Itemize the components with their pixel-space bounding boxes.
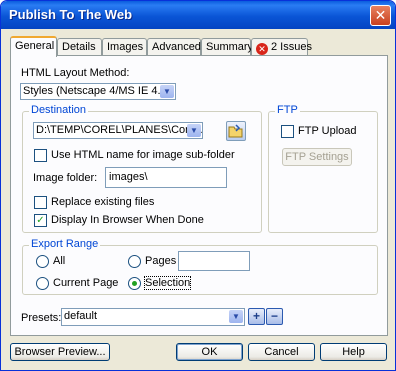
radio-pages-label: Pages	[145, 255, 177, 267]
radio-all[interactable]	[36, 255, 49, 268]
radio-selection-label: Selection	[143, 276, 192, 290]
browse-folder-button[interactable]	[226, 121, 246, 141]
close-button[interactable]: ✕	[370, 5, 391, 26]
export-range-title: Export Range	[29, 238, 101, 250]
radio-selection[interactable]	[128, 277, 141, 290]
ftp-settings-button[interactable]: FTP Settings	[282, 148, 352, 166]
tab-details[interactable]: Details	[57, 38, 102, 56]
radio-all-label: All	[53, 255, 66, 267]
ftp-title: FTP	[275, 104, 300, 116]
export-range-group: Export Range All Pages Current Page Sele…	[22, 238, 378, 295]
destination-path-value: D:\TEMP\COREL\PLANES\Corel\...	[36, 124, 203, 136]
ftp-upload-checkbox[interactable]	[281, 125, 294, 138]
chevron-down-icon[interactable]: ▼	[187, 124, 201, 137]
image-folder-label: Image folder:	[33, 172, 98, 184]
tab-images[interactable]: Images	[102, 38, 147, 56]
tab-general[interactable]: General	[10, 36, 57, 57]
radio-current-page-label: Current Page	[53, 277, 119, 289]
ftp-upload-label: FTP Upload	[298, 125, 357, 137]
error-icon: ✕	[256, 43, 268, 55]
tab-label: Summary	[206, 41, 254, 53]
ok-button[interactable]: OK	[176, 343, 243, 361]
remove-preset-button[interactable]: −	[266, 308, 283, 325]
general-panel: HTML Layout Method: Styles (Netscape 4/M…	[10, 55, 388, 336]
destination-group: Destination D:\TEMP\COREL\PLANES\Corel\.…	[22, 104, 262, 233]
tab-label: Advanced	[152, 41, 201, 53]
replace-existing-checkbox[interactable]	[34, 196, 47, 209]
plus-icon: +	[252, 309, 260, 323]
layout-method-value: Styles (Netscape 4/MS IE 4.5)	[23, 85, 171, 97]
tab-label: General	[15, 40, 55, 52]
tab-label: 2 Issues	[271, 41, 312, 53]
tab-advanced[interactable]: Advanced	[147, 38, 201, 56]
destination-title: Destination	[29, 104, 89, 116]
display-in-browser-checkbox[interactable]: ✓	[34, 214, 47, 227]
help-button[interactable]: Help	[320, 343, 387, 361]
display-in-browser-label: Display In Browser When Done	[51, 214, 204, 226]
tab-label: Details	[62, 41, 96, 53]
destination-path-select[interactable]: D:\TEMP\COREL\PLANES\Corel\... ▼	[33, 122, 203, 139]
presets-select[interactable]: default ▼	[61, 308, 245, 326]
radio-pages[interactable]	[128, 255, 141, 268]
tab-label: Images	[107, 41, 144, 53]
title-bar: Publish To The Web ✕	[1, 1, 395, 29]
use-html-name-label: Use HTML name for image sub-folder	[51, 149, 235, 161]
presets-label: Presets:	[21, 312, 62, 324]
layout-method-select[interactable]: Styles (Netscape 4/MS IE 4.5) ▼	[20, 83, 176, 100]
layout-method-label: HTML Layout Method:	[21, 67, 130, 79]
use-html-name-checkbox[interactable]	[34, 149, 47, 162]
presets-value: default	[64, 310, 98, 322]
folder-icon	[228, 124, 243, 138]
replace-existing-label: Replace existing files	[51, 196, 155, 208]
image-folder-value: images\	[109, 171, 148, 183]
ftp-group: FTP FTP Upload FTP Settings	[268, 104, 378, 233]
chevron-down-icon[interactable]: ▼	[160, 85, 174, 98]
tab-summary[interactable]: Summary	[201, 38, 254, 56]
publish-dialog: Publish To The Web ✕ General Details Ima…	[0, 0, 396, 371]
browser-preview-button[interactable]: Browser Preview...	[10, 343, 110, 361]
radio-current-page[interactable]	[36, 277, 49, 290]
image-folder-input[interactable]: images\	[105, 167, 227, 188]
add-preset-button[interactable]: +	[248, 308, 265, 325]
chevron-down-icon[interactable]: ▼	[229, 310, 243, 323]
minus-icon: −	[270, 309, 278, 323]
cancel-button[interactable]: Cancel	[248, 343, 315, 361]
radio-selected-dot	[132, 281, 137, 286]
pages-input[interactable]	[178, 251, 250, 271]
check-icon: ✓	[36, 215, 45, 226]
tab-issues[interactable]: ✕ 2 Issues	[251, 38, 312, 56]
window-title: Publish To The Web	[9, 7, 133, 22]
